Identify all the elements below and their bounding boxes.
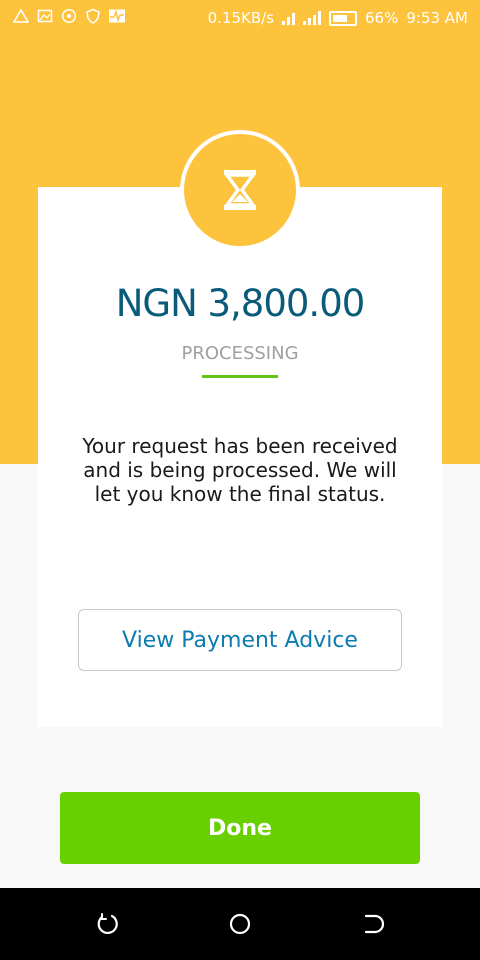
network-speed: 0.15KB/s (207, 9, 274, 27)
back-icon[interactable] (93, 910, 121, 938)
transaction-amount: NGN 3,800.00 (115, 282, 366, 325)
cell-signal-icon (303, 11, 321, 25)
clock: 9:53 AM (406, 9, 468, 27)
recent-apps-icon[interactable] (360, 910, 388, 938)
image-icon (36, 8, 54, 26)
transaction-status: PROCESSING (181, 343, 299, 364)
home-icon[interactable] (226, 910, 254, 938)
notification-icons (12, 8, 126, 26)
battery-icon (329, 10, 357, 26)
status-underline (202, 375, 278, 378)
status-message: Your request has been received and is be… (82, 434, 398, 506)
whatsapp-icon (60, 8, 78, 26)
alert-triangle-icon (12, 8, 30, 26)
shield-icon (84, 8, 102, 26)
status-badge (180, 130, 300, 250)
navigation-bar (0, 888, 480, 960)
hourglass-icon (224, 170, 256, 210)
view-payment-advice-button[interactable]: View Payment Advice (78, 609, 402, 671)
system-status: 0.15KB/s 66% 9:53 AM (208, 9, 468, 27)
battery-percent: 66% (365, 9, 399, 27)
done-button[interactable]: Done (60, 792, 420, 864)
wifi-signal-icon (282, 11, 295, 25)
receipt-torn-edge (38, 711, 442, 723)
status-bar: 0.15KB/s 66% 9:53 AM (0, 0, 480, 36)
activity-icon (108, 8, 126, 26)
